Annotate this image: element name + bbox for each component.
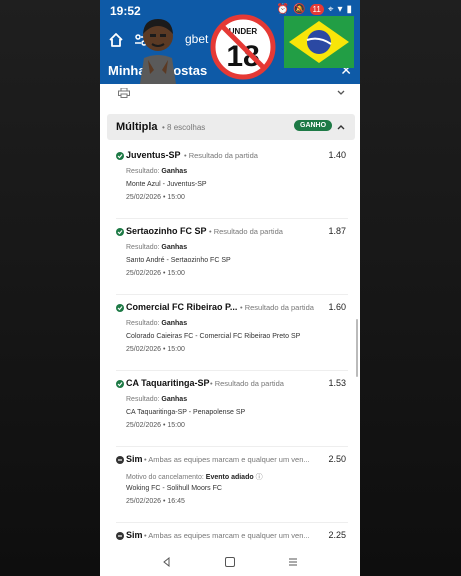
- bet-toolbar: [100, 84, 360, 104]
- selection-datetime: 25/02/2026 • 16:45: [126, 498, 185, 505]
- selection-datetime: 25/02/2026 • 15:00: [126, 270, 185, 277]
- divider: [116, 370, 348, 371]
- selection-datetime: 25/02/2026 • 15:00: [126, 346, 185, 353]
- mute-icon: 🔕: [293, 4, 306, 15]
- selection-pick: CA Taquaritinga-SP: [126, 378, 210, 388]
- home-icon[interactable]: [108, 32, 124, 48]
- selection-pick: Sim: [126, 530, 143, 540]
- alarm-icon: ⏰: [276, 4, 290, 15]
- selection-market: • Resultado da partida: [210, 379, 284, 388]
- location-icon: ⌖: [327, 4, 334, 15]
- void-status-icon: [116, 456, 124, 464]
- status-badge: GANHO: [294, 120, 333, 131]
- selection-odd: 1.87: [328, 226, 346, 236]
- selection-match: Santo André - Sertaozinho FC SP: [126, 257, 231, 264]
- system-nav-bar: [100, 548, 360, 576]
- chevron-down-icon[interactable]: [336, 88, 346, 98]
- bet-content: Múltipla • 8 escolhas GANHO Juventus-SP …: [100, 84, 360, 548]
- info-icon[interactable]: ⓘ: [256, 474, 263, 481]
- selection-cancel-reason: Motivo do cancelamento: Evento adiado ⓘ: [126, 474, 263, 481]
- wifi-icon: ▾: [337, 4, 343, 15]
- void-status-icon: [116, 532, 124, 540]
- selection-pick: Sertaozinho FC SP: [126, 226, 207, 236]
- bet-type-label: Múltipla: [116, 121, 158, 133]
- selection-count: • 8 escolhas: [162, 123, 206, 132]
- selection-market: • Ambas as equipes marcam e qualquer um …: [144, 531, 310, 540]
- selection-odd: 1.40: [328, 150, 346, 160]
- won-check-icon: [116, 152, 124, 160]
- background-right: [360, 0, 461, 576]
- selection-market: • Ambas as equipes marcam e qualquer um …: [144, 455, 310, 464]
- divider: [116, 218, 348, 219]
- background-left: [0, 0, 100, 576]
- selection-match: Colorado Caieiras FC - Comercial FC Ribe…: [126, 333, 301, 340]
- selection-match: Woking FC - Solihull Moors FC: [126, 485, 222, 492]
- printer-icon[interactable]: [118, 88, 130, 98]
- phone-screen: 19:52 ⏰ 🔕 11 ⌖ ▾ ▮ gbet Minhas Apostas ✕: [100, 0, 360, 576]
- recent-apps-icon[interactable]: [288, 557, 298, 567]
- battery-icon: ▮: [346, 4, 352, 15]
- chevron-up-icon[interactable]: [336, 122, 346, 132]
- divider: [116, 294, 348, 295]
- under-18-sticker: UNDER 18: [210, 14, 276, 80]
- home-button-icon[interactable]: [225, 557, 235, 567]
- selection-match: CA Taquaritinga-SP - Penapolense SP: [126, 409, 246, 416]
- selection-result: Resultado: Ganhas: [126, 168, 188, 175]
- selection-result: Resultado: Ganhas: [126, 396, 188, 403]
- selection-result: Resultado: Ganhas: [126, 244, 188, 251]
- selection-odd: 1.60: [328, 302, 346, 312]
- selection-datetime: 25/02/2026 • 15:00: [126, 194, 185, 201]
- selection-market: • Resultado da partida: [240, 303, 314, 312]
- multiple-bet-header[interactable]: Múltipla • 8 escolhas GANHO: [107, 114, 355, 140]
- selection-count-text: 8 escolhas: [167, 123, 206, 132]
- selection-market: • Resultado da partida: [184, 151, 258, 160]
- brazil-flag-sticker: [284, 16, 354, 68]
- selection-odd: 1.53: [328, 378, 346, 388]
- back-icon[interactable]: [162, 557, 172, 567]
- won-check-icon: [116, 380, 124, 388]
- site-label: gbet: [185, 32, 209, 46]
- divider: [116, 522, 348, 523]
- selection-datetime: 25/02/2026 • 15:00: [126, 422, 185, 429]
- person-sticker: [140, 19, 176, 84]
- selection-pick: Sim: [126, 454, 143, 464]
- divider: [116, 446, 348, 447]
- status-icons: ⏰ 🔕 11 ⌖ ▾ ▮: [277, 4, 352, 15]
- notification-badge: 11: [309, 4, 324, 15]
- won-check-icon: [116, 228, 124, 236]
- scrollbar[interactable]: [356, 319, 358, 377]
- selection-market: • Resultado da partida: [209, 227, 283, 236]
- selection-match: Monte Azul - Juventus-SP: [126, 181, 207, 188]
- selection-pick: Juventus-SP: [126, 150, 181, 160]
- won-check-icon: [116, 304, 124, 312]
- selection-odd: 2.25: [328, 530, 346, 540]
- selection-result: Resultado: Ganhas: [126, 320, 188, 327]
- selection-pick: Comercial FC Ribeirao P...: [126, 302, 238, 312]
- selection-odd: 2.50: [328, 454, 346, 464]
